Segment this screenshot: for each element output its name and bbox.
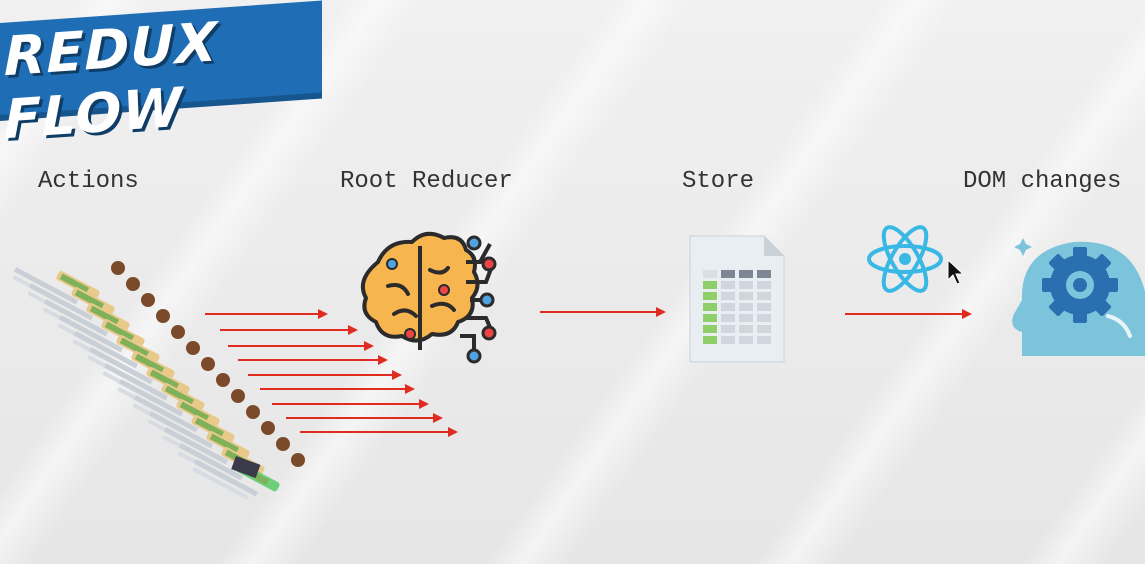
- spreadsheet-document-icon: [689, 235, 785, 363]
- react-logo-icon: [867, 225, 943, 293]
- mouse-cursor-icon: [947, 258, 965, 285]
- flow-diagram: [12, 225, 1145, 500]
- crowd-running-icon: [12, 261, 305, 500]
- head-gear-icon: [1012, 238, 1145, 356]
- brain-circuit-icon: [361, 231, 497, 364]
